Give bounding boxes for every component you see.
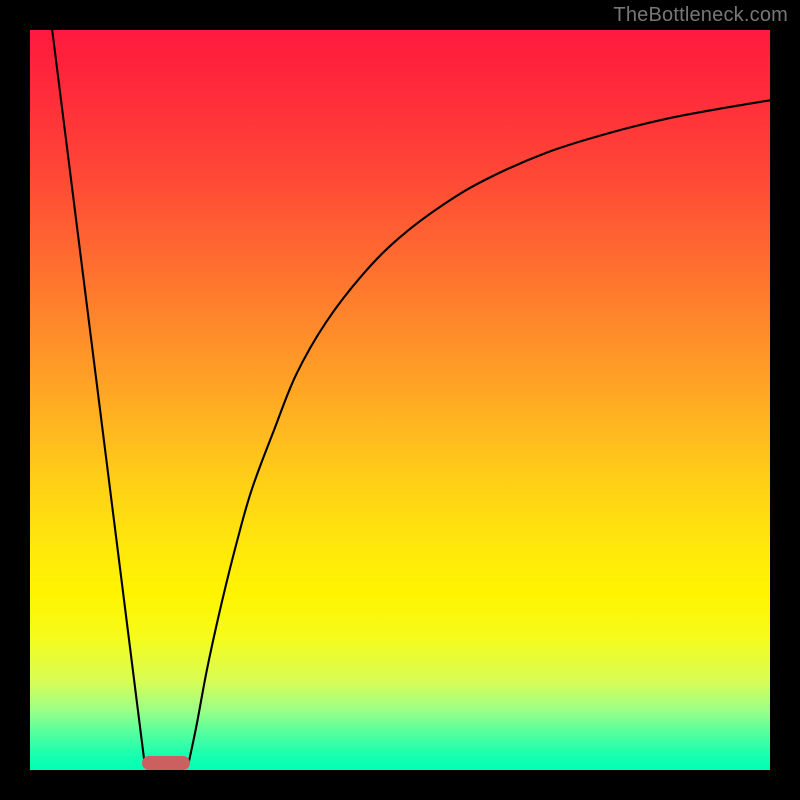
right-curve bbox=[188, 100, 770, 764]
plot-area bbox=[30, 30, 770, 770]
chart-frame: TheBottleneck.com bbox=[0, 0, 800, 800]
curve-svg bbox=[30, 30, 770, 770]
watermark-text: TheBottleneck.com bbox=[613, 4, 788, 27]
bottleneck-marker bbox=[142, 756, 190, 770]
left-line bbox=[52, 30, 145, 764]
